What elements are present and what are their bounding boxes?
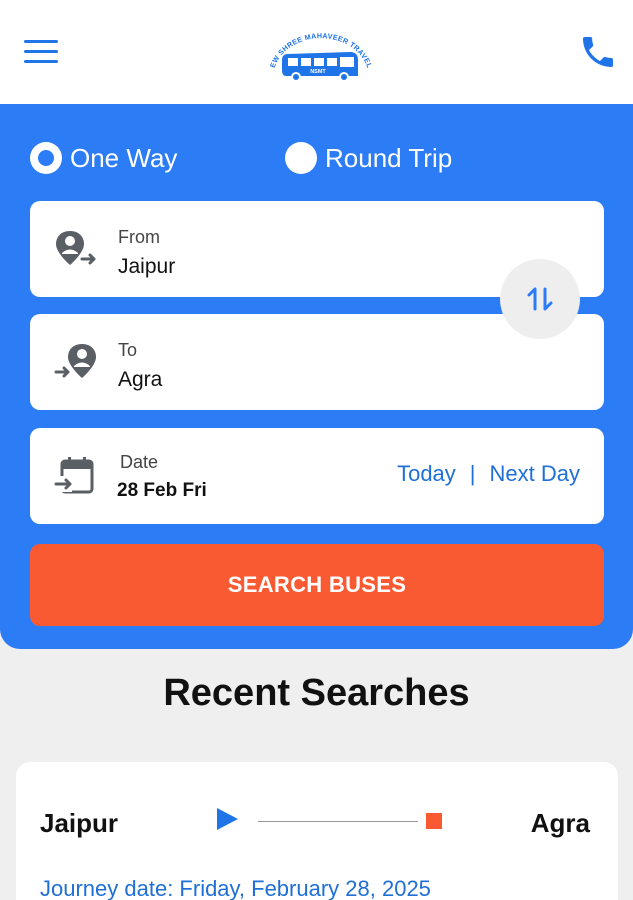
route-line [258,821,418,822]
logo-badge: NSMT [310,69,326,75]
date-field[interactable]: Date 28 Feb Fri Today | Next Day [30,428,604,524]
top-app-bar: NEW SHREE MAHAVEER TRAVELS NSMT [0,0,633,104]
brand-logo: NEW SHREE MAHAVEER TRAVELS NSMT [266,24,374,82]
radio-unselected-icon[interactable] [285,142,317,174]
recent-from-city: Jaipur [40,808,119,838]
departure-location-icon [56,231,96,265]
recent-search-card[interactable]: Jaipur Agra Journey date: Friday, Februa… [16,762,618,900]
journey-date: Journey date: Friday, February 28, 2025 [40,876,431,900]
search-panel: One Way Round Trip From Jaipur To Agra D… [0,104,633,649]
date-value: 28 Feb Fri [117,480,207,501]
radio-selected-icon[interactable] [30,142,62,174]
trip-type-label: Round Trip [325,142,453,173]
swap-locations-button[interactable] [500,259,580,339]
to-caption: To [118,340,138,360]
swap-vertical-icon [527,287,553,311]
route-start-play-icon [217,808,238,830]
trip-type-label: One Way [70,142,178,173]
arrival-location-icon [54,344,96,378]
date-quick-links: Today | Next Day [397,461,580,487]
search-buses-button[interactable]: SEARCH BUSES [30,544,604,626]
hamburger-menu-icon[interactable] [24,40,58,64]
trip-type-one-way[interactable]: One Way [30,142,177,174]
recent-searches-title: Recent Searches [163,672,470,714]
recent-to-city: Agra [530,808,590,838]
calendar-icon [54,457,94,494]
next-day-link[interactable]: Next Day [490,461,580,487]
trip-type-round-trip[interactable]: Round Trip [285,142,452,174]
phone-icon[interactable] [578,32,618,72]
date-caption: Date [120,452,159,472]
date-link-separator: | [469,461,476,486]
from-caption: From [118,227,160,247]
today-link[interactable]: Today [397,461,456,487]
route-end-square-icon [426,813,442,829]
from-value: Jaipur [118,255,176,278]
to-value: Agra [118,368,163,391]
